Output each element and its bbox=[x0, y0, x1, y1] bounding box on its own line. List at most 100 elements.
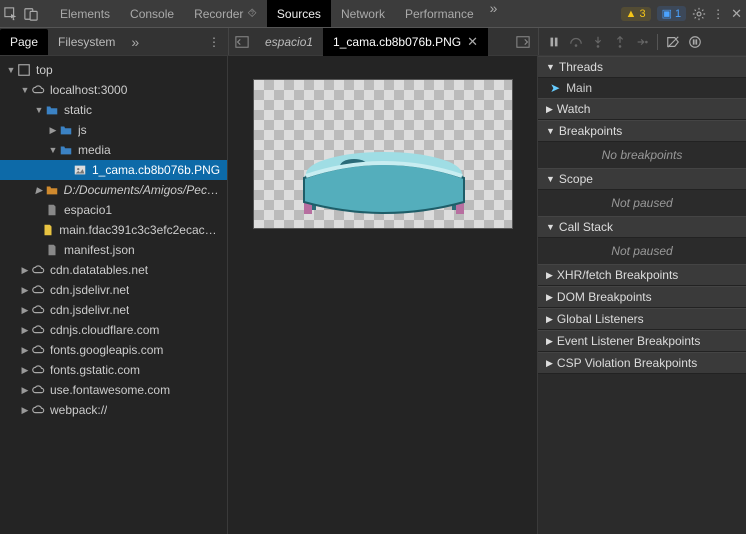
breakpoints-empty: No breakpoints bbox=[538, 142, 746, 168]
tree-disclosure-icon[interactable]: ▼ bbox=[34, 105, 44, 115]
tree-disclosure-icon[interactable]: ▶ bbox=[20, 285, 30, 296]
tree-item-label: manifest.json bbox=[64, 243, 135, 257]
section-threads[interactable]: ▼Threads bbox=[538, 56, 746, 78]
tree-disclosure-icon[interactable]: ▼ bbox=[48, 145, 58, 155]
debugger-step-controls bbox=[538, 28, 746, 55]
tree-disclosure-icon[interactable]: ▶ bbox=[20, 385, 30, 396]
navigator-tab-page[interactable]: Page bbox=[0, 29, 48, 55]
settings-gear-icon[interactable] bbox=[692, 7, 706, 21]
pause-on-exceptions-icon[interactable] bbox=[688, 35, 702, 49]
tree-disclosure-icon[interactable]: ▶ bbox=[48, 125, 58, 136]
toolbar-right: ▲ 3 ▣ 1 ⋮ ✕ bbox=[621, 6, 742, 22]
tree-item-label: media bbox=[78, 143, 111, 157]
navigator-kebab-icon[interactable]: ⋮ bbox=[208, 35, 228, 49]
tree-disclosure-icon[interactable]: ▼ bbox=[20, 85, 30, 95]
tab-sources[interactable]: Sources bbox=[267, 0, 331, 27]
tree-item[interactable]: ▶D:/Documents/Amigos/Peche/ bbox=[0, 180, 227, 200]
tree-disclosure-icon[interactable]: ▶ bbox=[20, 405, 30, 416]
file-tree[interactable]: ▼top▼localhost:3000▼static ▶ js ▼ media 1_cam… bbox=[0, 56, 228, 534]
tree-item[interactable]: ▶webpack:// bbox=[0, 400, 227, 420]
tree-disclosure-icon[interactable]: ▶ bbox=[34, 185, 44, 196]
show-debugger-icon[interactable] bbox=[508, 35, 538, 49]
tree-item[interactable]: ▶cdnjs.cloudflare.com bbox=[0, 320, 227, 340]
section-csp-violation-breakpoints[interactable]: ▶CSP Violation Breakpoints bbox=[538, 352, 746, 374]
section-breakpoints[interactable]: ▼Breakpoints bbox=[538, 120, 746, 142]
cloud-icon bbox=[30, 302, 46, 318]
section-xhr-breakpoints[interactable]: ▶XHR/fetch Breakpoints bbox=[538, 264, 746, 286]
step-into-icon[interactable] bbox=[591, 35, 605, 49]
tree-item[interactable]: ▼localhost:3000 bbox=[0, 80, 227, 100]
tree-item[interactable]: ▶ cdn.datatables.net bbox=[0, 260, 227, 280]
navigator-more-chevron-icon[interactable]: » bbox=[125, 34, 145, 50]
tree-item[interactable]: ▶ use.fontawesome.com bbox=[0, 380, 227, 400]
tree-item[interactable]: ▶cdn.jsdelivr.net bbox=[0, 280, 227, 300]
section-event-listener-breakpoints[interactable]: ▶Event Listener Breakpoints bbox=[538, 330, 746, 352]
tree-disclosure-icon[interactable]: ▼ bbox=[6, 65, 16, 75]
deactivate-breakpoints-icon[interactable] bbox=[666, 35, 680, 49]
tree-disclosure-icon[interactable]: ▶ bbox=[20, 265, 30, 276]
tab-performance[interactable]: Performance bbox=[395, 0, 484, 27]
step-over-icon[interactable] bbox=[569, 35, 583, 49]
close-file-tab-icon[interactable]: ✕ bbox=[467, 34, 478, 50]
chevron-right-icon: ▶ bbox=[546, 292, 553, 303]
tree-item[interactable]: ▼top bbox=[0, 60, 227, 80]
cloud-icon bbox=[30, 402, 46, 418]
chevron-right-icon: ▶ bbox=[546, 314, 553, 325]
scope-empty: Not paused bbox=[538, 190, 746, 216]
step-icon[interactable] bbox=[635, 35, 649, 49]
file-tab-image[interactable]: 1_cama.cb8b076b.PNG ✕ bbox=[323, 28, 488, 56]
tree-item[interactable]: ▶ js bbox=[0, 120, 227, 140]
tree-item[interactable]: espacio1 bbox=[0, 200, 227, 220]
tab-recorder[interactable]: Recorder⯑ bbox=[184, 0, 267, 27]
tree-item[interactable]: ▶fonts.googleapis.com bbox=[0, 340, 227, 360]
section-dom-breakpoints[interactable]: ▶DOM Breakpoints bbox=[538, 286, 746, 308]
tree-item[interactable]: ▼ media bbox=[0, 140, 227, 160]
tree-item-label: use.fontawesome.com bbox=[50, 383, 170, 397]
section-global-listeners[interactable]: ▶Global Listeners bbox=[538, 308, 746, 330]
navigator-tab-filesystem[interactable]: Filesystem bbox=[48, 29, 125, 55]
section-scope[interactable]: ▼Scope bbox=[538, 168, 746, 190]
messages-badge[interactable]: ▣ 1 bbox=[657, 6, 687, 21]
tree-disclosure-icon[interactable]: ▶ bbox=[20, 325, 30, 336]
tree-disclosure-icon[interactable]: ▶ bbox=[20, 365, 30, 376]
section-watch[interactable]: ▶Watch bbox=[538, 98, 746, 120]
device-toolbar-icon[interactable] bbox=[24, 7, 38, 21]
tree-item[interactable]: main.fdac391c3c3efc2ecac9.hot-update.js bbox=[0, 220, 227, 240]
tree-disclosure-icon[interactable]: ▶ bbox=[20, 345, 30, 356]
tab-elements[interactable]: Elements bbox=[50, 0, 120, 27]
more-tabs-chevron-icon[interactable]: » bbox=[484, 0, 504, 27]
navigator-pane-tabs: Page Filesystem » ⋮ bbox=[0, 28, 228, 55]
inspect-element-icon[interactable] bbox=[4, 7, 18, 21]
tree-item-label: espacio1 bbox=[64, 203, 112, 217]
sources-sub-toolbar: Page Filesystem » ⋮ espacio1 1_cama.cb8b… bbox=[0, 28, 746, 56]
folder-icon bbox=[58, 122, 74, 138]
debugger-sidebar: ▼Threads ➤ Main ▶Watch ▼Breakpoints No b… bbox=[538, 56, 746, 534]
tab-network[interactable]: Network bbox=[331, 0, 395, 27]
cloud-icon bbox=[30, 262, 46, 278]
image-preview bbox=[254, 80, 512, 228]
script-icon bbox=[41, 222, 55, 238]
tree-item[interactable]: ▶cdn.jsdelivr.net bbox=[0, 300, 227, 320]
tab-console[interactable]: Console bbox=[120, 0, 184, 27]
warnings-badge[interactable]: ▲ 3 bbox=[621, 7, 651, 21]
tree-item[interactable]: ▼static bbox=[0, 100, 227, 120]
tree-item[interactable]: ▶fonts.gstatic.com bbox=[0, 360, 227, 380]
pause-icon[interactable] bbox=[547, 35, 561, 49]
step-out-icon[interactable] bbox=[613, 35, 627, 49]
tree-item[interactable]: manifest.json bbox=[0, 240, 227, 260]
cloud-icon bbox=[30, 82, 46, 98]
thread-main[interactable]: ➤ Main bbox=[538, 78, 746, 98]
file-tab-espacio1[interactable]: espacio1 bbox=[255, 29, 323, 55]
tree-item-label: js bbox=[78, 123, 87, 137]
close-devtools-icon[interactable]: ✕ bbox=[731, 6, 742, 22]
kebab-menu-icon[interactable]: ⋮ bbox=[712, 7, 725, 21]
chevron-right-icon: ▶ bbox=[546, 270, 553, 281]
section-call-stack[interactable]: ▼Call Stack bbox=[538, 216, 746, 238]
tree-item[interactable]: 1_cama.cb8b076b.PNG bbox=[0, 160, 227, 180]
show-navigator-icon[interactable] bbox=[229, 35, 255, 49]
tree-disclosure-icon[interactable]: ▶ bbox=[20, 305, 30, 316]
cloud-icon bbox=[30, 382, 46, 398]
cloud-icon bbox=[30, 342, 46, 358]
tree-item-label: cdn.datatables.net bbox=[50, 263, 148, 277]
warning-icon: ▲ bbox=[626, 8, 637, 20]
